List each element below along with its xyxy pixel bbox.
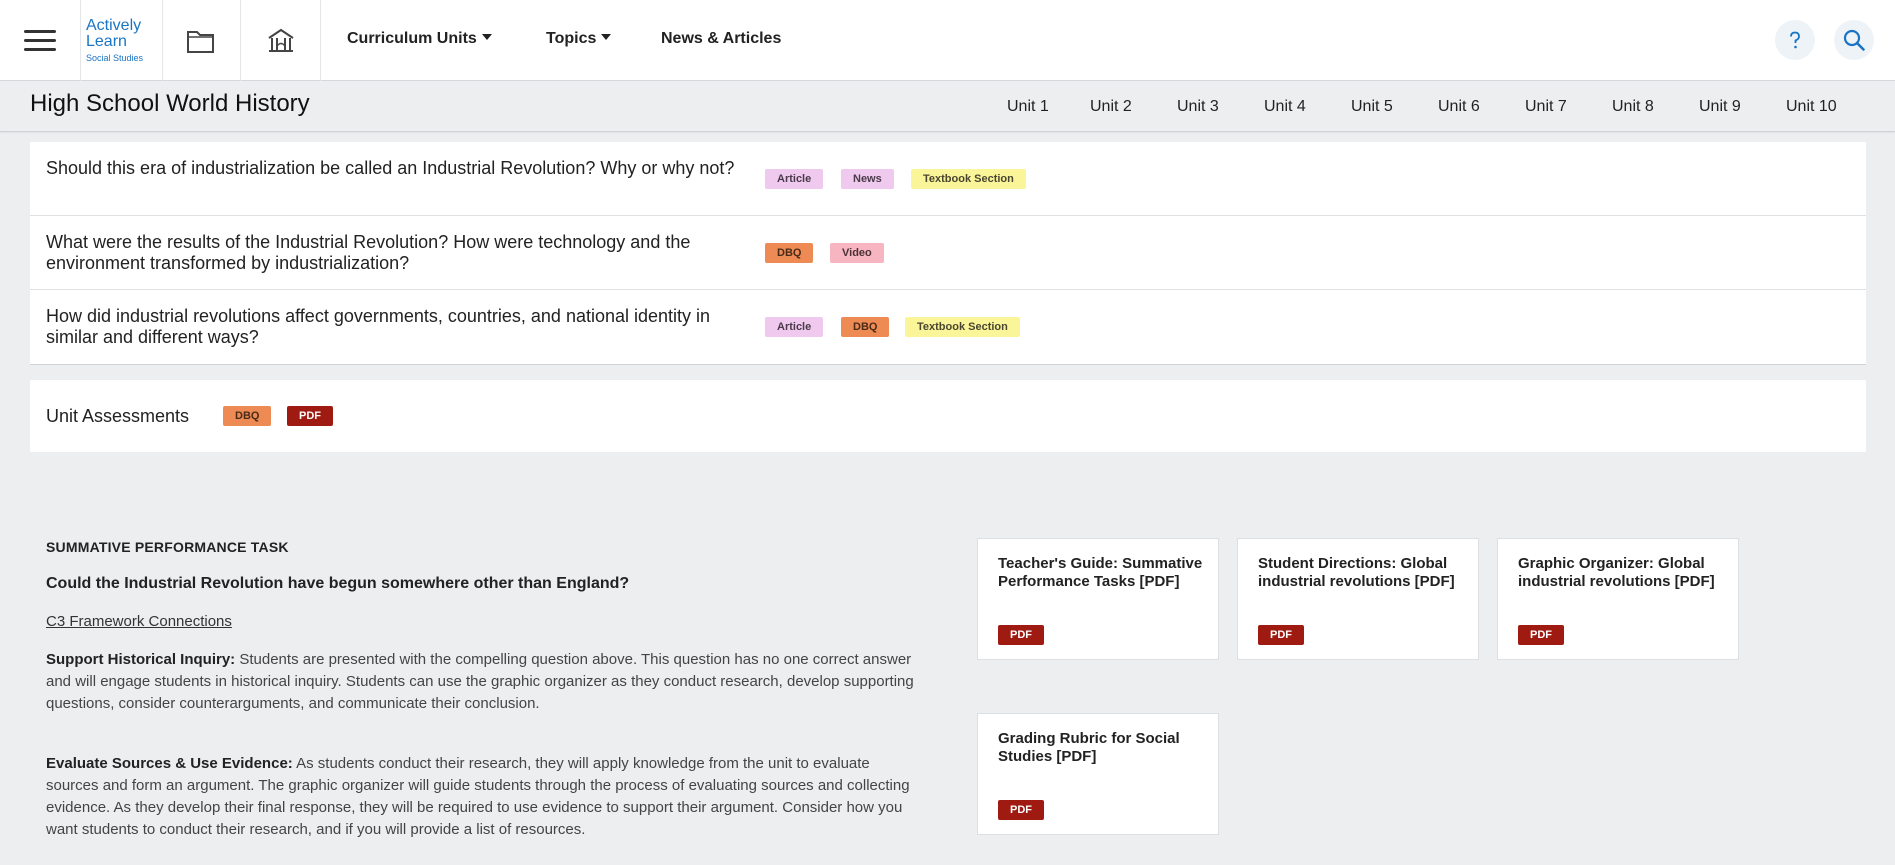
tag-pdf: PDF xyxy=(998,800,1044,820)
unit-link-3[interactable]: Unit 3 xyxy=(1177,98,1219,116)
actively-learn-logo[interactable]: Actively Learn Social Studies xyxy=(86,18,156,64)
unit-assessments-header[interactable]: Unit Assessments DBQ PDF xyxy=(30,380,1866,452)
curriculum-units-label: Curriculum Units xyxy=(347,30,477,47)
unit-link-9[interactable]: Unit 9 xyxy=(1699,98,1741,116)
unit-link-10[interactable]: Unit 10 xyxy=(1786,98,1837,116)
question-row[interactable]: What were the results of the Industrial … xyxy=(30,216,1866,290)
evaluate-sources-paragraph: Evaluate Sources & Use Evidence: As stud… xyxy=(46,753,926,841)
question-row[interactable]: How did industrial revolutions affect go… xyxy=(30,290,1866,364)
resource-card-student-directions[interactable]: Student Directions: Global industrial re… xyxy=(1237,538,1479,660)
evaluate-sources-heading: Evaluate Sources & Use Evidence: xyxy=(46,755,293,772)
tag-article: Article xyxy=(765,169,824,189)
summative-task-label: SUMMATIVE PERFORMANCE TASK xyxy=(46,539,289,555)
help-icon[interactable] xyxy=(1775,20,1815,60)
unit-assessments-body: SUMMATIVE PERFORMANCE TASK Could the Ind… xyxy=(30,452,1866,865)
question-text: Should this era of industrialization be … xyxy=(46,158,735,178)
tag-dbq: DBQ xyxy=(223,406,272,426)
resource-title: Graphic Organizer: Global industrial rev… xyxy=(1518,555,1715,590)
tag-textbook-section: Textbook Section xyxy=(911,169,1026,189)
unit-link-7[interactable]: Unit 7 xyxy=(1525,98,1567,116)
support-inquiry-heading: Support Historical Inquiry: xyxy=(46,651,236,668)
logo-line-3: Social Studies xyxy=(86,53,144,63)
chevron-down-icon xyxy=(481,34,492,40)
c3-framework-link[interactable]: C3 Framework Connections xyxy=(46,613,232,630)
unit-link-2[interactable]: Unit 2 xyxy=(1090,98,1132,116)
curriculum-units-menu[interactable]: Curriculum Units xyxy=(347,30,492,48)
unit-link-6[interactable]: Unit 6 xyxy=(1438,98,1480,116)
tag-pdf: PDF xyxy=(287,406,333,426)
compelling-question: Could the Industrial Revolution have beg… xyxy=(46,575,630,592)
tag-pdf: PDF xyxy=(1258,625,1304,645)
unit-link-5[interactable]: Unit 5 xyxy=(1351,98,1393,116)
question-text: What were the results of the Industrial … xyxy=(46,232,691,273)
support-inquiry-paragraph: Support Historical Inquiry: Students are… xyxy=(46,649,926,715)
tag-pdf: PDF xyxy=(1518,625,1564,645)
menu-icon[interactable] xyxy=(16,24,64,58)
nav-divider xyxy=(162,0,163,81)
museum-icon[interactable] xyxy=(264,24,298,58)
resource-title: Grading Rubric for Social Studies [PDF] xyxy=(998,730,1180,765)
nav-divider xyxy=(80,0,81,81)
search-icon[interactable] xyxy=(1834,20,1874,60)
tag-dbq: DBQ xyxy=(841,317,890,337)
nav-divider xyxy=(320,0,321,81)
resource-card-graphic-organizer[interactable]: Graphic Organizer: Global industrial rev… xyxy=(1497,538,1739,660)
nav-divider xyxy=(240,0,241,81)
folder-icon[interactable] xyxy=(184,24,218,58)
unit-link-1[interactable]: Unit 1 xyxy=(1007,98,1049,116)
question-text: How did industrial revolutions affect go… xyxy=(46,306,711,347)
tag-video: Video xyxy=(830,243,884,263)
logo-line-2: Learn xyxy=(86,33,127,50)
supporting-questions-list: Should this era of industrialization be … xyxy=(30,142,1866,365)
chevron-down-icon xyxy=(601,34,612,40)
course-header: High School World History Unit 1 Unit 2 … xyxy=(0,81,1895,132)
course-title: High School World History xyxy=(30,90,310,117)
resource-title: Student Directions: Global industrial re… xyxy=(1258,555,1455,590)
unit-link-4[interactable]: Unit 4 xyxy=(1264,98,1306,116)
tag-article: Article xyxy=(765,317,824,337)
tag-news: News xyxy=(841,169,894,189)
topics-menu[interactable]: Topics xyxy=(546,30,612,48)
unit-link-8[interactable]: Unit 8 xyxy=(1612,98,1654,116)
resource-title: Teacher's Guide: Summative Performance T… xyxy=(998,555,1203,590)
tag-textbook-section: Textbook Section xyxy=(905,317,1020,337)
resource-card-grading-rubric[interactable]: Grading Rubric for Social Studies [PDF] … xyxy=(977,713,1219,835)
news-articles-link[interactable]: News & Articles xyxy=(661,30,781,48)
resource-card-teachers-guide[interactable]: Teacher's Guide: Summative Performance T… xyxy=(977,538,1219,660)
top-navigation-bar: Actively Learn Social Studies Curriculum… xyxy=(0,0,1895,81)
tag-dbq: DBQ xyxy=(765,243,814,263)
logo-line-1: Actively xyxy=(86,17,142,34)
unit-assessments-title: Unit Assessments xyxy=(46,406,190,426)
tag-pdf: PDF xyxy=(998,625,1044,645)
question-row[interactable]: Should this era of industrialization be … xyxy=(30,142,1866,216)
topics-label: Topics xyxy=(546,30,597,47)
